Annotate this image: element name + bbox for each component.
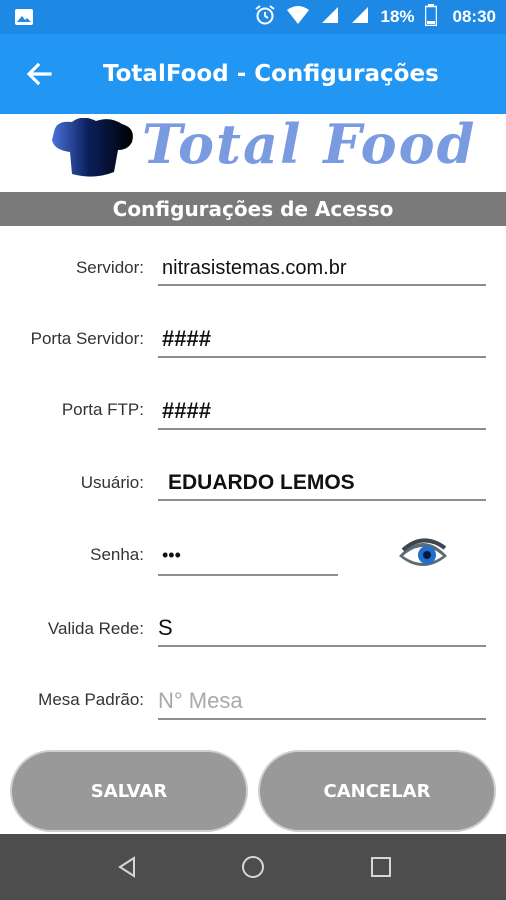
app-bar: TotalFood - Configurações xyxy=(0,34,506,114)
usuario-value: EDUARDO LEMOS xyxy=(168,471,355,494)
servidor-label: Servidor: xyxy=(75,258,144,277)
porta-ftp-field[interactable]: #### xyxy=(158,390,486,430)
porta-servidor-label: Porta Servidor: xyxy=(30,329,144,348)
nav-back-icon[interactable] xyxy=(114,854,140,880)
senha-field[interactable]: ••• xyxy=(158,536,338,576)
porta-ftp-value: #### xyxy=(162,398,211,423)
servidor-value: nitrasistemas.com.br xyxy=(162,257,347,279)
back-arrow-icon[interactable] xyxy=(22,56,58,92)
mesa-padrao-label: Mesa Padrão: xyxy=(38,690,144,709)
logo-wordmark: Total Food xyxy=(142,112,477,176)
mesa-padrao-field[interactable]: N° Mesa xyxy=(158,680,486,720)
valida-rede-field[interactable]: S xyxy=(158,607,486,647)
valida-rede-label: Valida Rede: xyxy=(47,619,144,638)
save-button[interactable]: SALVAR xyxy=(10,750,248,832)
nav-bar xyxy=(0,834,506,900)
senha-label: Senha: xyxy=(90,545,144,564)
clock: 08:30 xyxy=(452,7,496,26)
porta-servidor-value: #### xyxy=(162,326,211,351)
nav-recents-icon[interactable] xyxy=(368,854,394,880)
mesa-padrao-placeholder: N° Mesa xyxy=(158,688,243,713)
signal-icon xyxy=(320,5,340,29)
signal-icon xyxy=(350,5,370,29)
usuario-field[interactable]: EDUARDO LEMOS xyxy=(158,461,486,501)
section-header: Configurações de Acesso xyxy=(0,192,506,226)
chef-hat-icon xyxy=(48,117,136,188)
gallery-icon xyxy=(14,8,34,30)
nav-home-icon[interactable] xyxy=(240,854,266,880)
usuario-label: Usuário: xyxy=(80,473,144,492)
eye-icon[interactable] xyxy=(397,536,449,578)
wifi-icon xyxy=(286,5,310,29)
porta-ftp-label: Porta FTP: xyxy=(61,400,144,419)
status-bar: 18% 08:30 xyxy=(0,0,506,34)
porta-servidor-field[interactable]: #### xyxy=(158,318,486,358)
logo: Total Food xyxy=(0,112,506,192)
page-title: TotalFood - Configurações xyxy=(103,61,439,87)
alarm-icon xyxy=(254,4,276,30)
battery-percent: 18% xyxy=(380,7,415,26)
valida-rede-value: S xyxy=(158,615,173,640)
servidor-field[interactable]: nitrasistemas.com.br xyxy=(158,246,486,286)
cancel-button[interactable]: CANCELAR xyxy=(258,750,496,832)
battery-icon xyxy=(424,4,437,30)
senha-value: ••• xyxy=(162,545,181,565)
